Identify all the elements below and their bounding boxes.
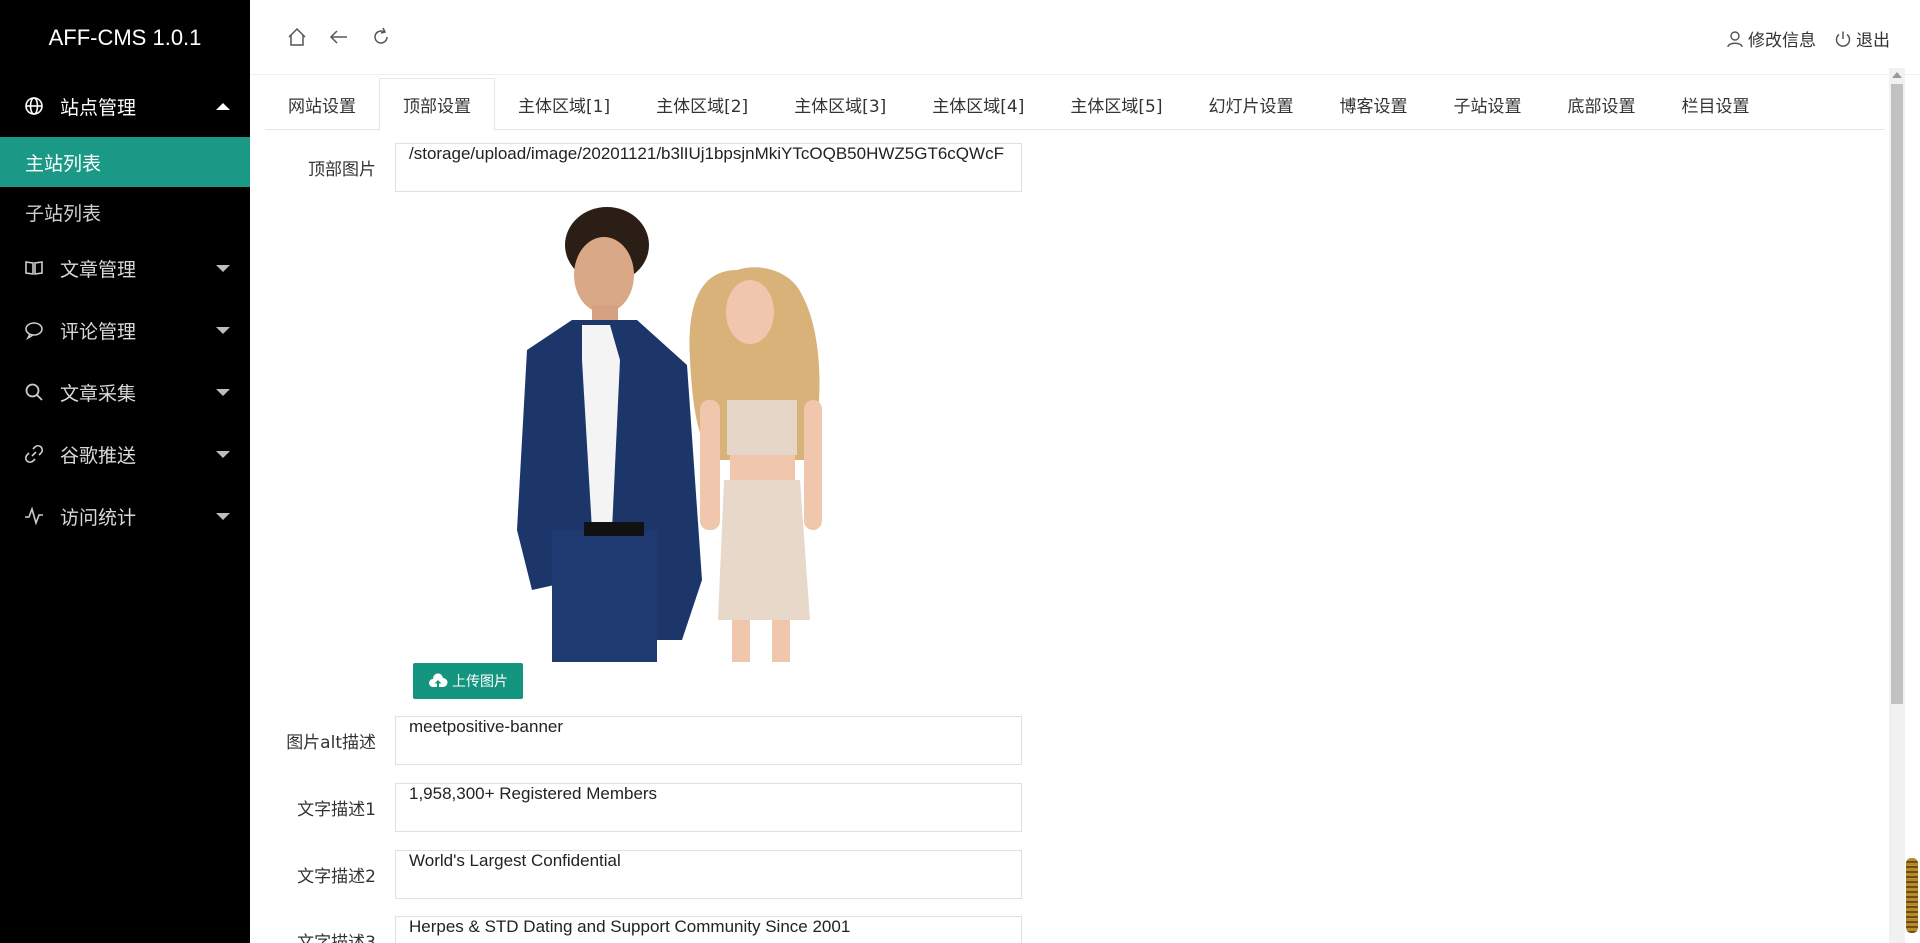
app-root: AFF-CMS 1.0.1 站点管理 主站列表 子站列表 文章管理 评论管理 文… [0, 0, 1920, 943]
refresh-icon[interactable] [370, 26, 392, 48]
tab-column-settings[interactable]: 栏目设置 [1658, 78, 1772, 130]
sidebar-item-visit-statistics[interactable]: 访问统计 [0, 485, 250, 547]
form-row-text3: 文字描述3 Herpes & STD Dating and Support Co… [250, 916, 1022, 943]
settings-tabs: 网站设置 顶部设置 主体区域[1] 主体区域[2] 主体区域[3] 主体区域[4… [265, 78, 1885, 131]
tab-main-area-2[interactable]: 主体区域[2] [633, 78, 771, 130]
top-image-label: 顶部图片 [308, 160, 376, 180]
globe-icon [24, 96, 44, 116]
sidebar-item-article-management[interactable]: 文章管理 [0, 237, 250, 299]
header-user-actions: 修改信息 退出 [1726, 26, 1890, 51]
back-arrow-icon[interactable] [328, 26, 350, 48]
book-icon [24, 258, 44, 278]
tab-blog-settings[interactable]: 博客设置 [1316, 78, 1430, 130]
top-image-path-input[interactable]: /storage/upload/image/20201121/b3lIUj1bp… [395, 143, 1022, 192]
sidebar-item-label: 访问统计 [60, 506, 137, 529]
pulse-icon [24, 506, 44, 526]
tab-main-area-3[interactable]: 主体区域[3] [771, 78, 909, 130]
form-row-text1: 文字描述1 1,958,300+ Registered Members [250, 783, 1022, 832]
top-banner-image [517, 207, 822, 662]
alt-description-input[interactable]: meetpositive-banner [395, 716, 1022, 765]
edit-info-label: 修改信息 [1748, 31, 1816, 51]
form-row-top-image: 顶部图片 /storage/upload/image/20201121/b3lI… [250, 143, 1022, 192]
text-description-3-label: 文字描述3 [297, 933, 376, 943]
user-icon [1727, 30, 1743, 47]
edit-info-link[interactable]: 修改信息 [1726, 26, 1816, 51]
tab-main-area-4[interactable]: 主体区域[4] [909, 78, 1047, 130]
caret-up-icon [216, 102, 230, 110]
sidebar-item-label: 评论管理 [60, 320, 137, 343]
content-scrollbar[interactable] [1889, 68, 1905, 943]
caret-down-icon [216, 326, 230, 334]
sidebar-subitem-sub-site-list[interactable]: 子站列表 [0, 187, 250, 237]
link-icon [24, 444, 44, 464]
text-description-2-input[interactable]: World's Largest Confidential [395, 850, 1022, 899]
sidebar-item-google-push[interactable]: 谷歌推送 [0, 423, 250, 485]
tab-slideshow-settings[interactable]: 幻灯片设置 [1185, 78, 1316, 130]
tab-main-area-5[interactable]: 主体区域[5] [1047, 78, 1185, 130]
scroll-thumb[interactable] [1891, 84, 1903, 704]
sidebar: AFF-CMS 1.0.1 站点管理 主站列表 子站列表 文章管理 评论管理 文… [0, 0, 250, 943]
text-description-3-input[interactable]: Herpes & STD Dating and Support Communit… [395, 916, 1022, 943]
comment-icon [24, 320, 44, 340]
tab-main-area-1[interactable]: 主体区域[1] [495, 78, 633, 130]
text-description-1-input[interactable]: 1,958,300+ Registered Members [395, 783, 1022, 832]
caret-down-icon [216, 450, 230, 458]
upload-image-label: 上传图片 [452, 673, 508, 689]
form-row-alt: 图片alt描述 meetpositive-banner [250, 716, 1022, 765]
tab-website-settings[interactable]: 网站设置 [265, 78, 379, 130]
sidebar-item-label: 谷歌推送 [60, 444, 137, 467]
upload-image-button[interactable]: 上传图片 [413, 663, 523, 699]
sidebar-item-comment-management[interactable]: 评论管理 [0, 299, 250, 361]
page-scroll-grip[interactable] [1906, 858, 1918, 933]
caret-down-icon [216, 388, 230, 396]
text-description-1-label: 文字描述1 [297, 800, 376, 820]
form-row-text2: 文字描述2 World's Largest Confidential [250, 850, 1022, 899]
sidebar-item-label: 站点管理 [60, 96, 137, 119]
caret-down-icon [216, 264, 230, 272]
scroll-up-arrow-icon[interactable] [1892, 72, 1902, 78]
sidebar-item-label: 文章管理 [60, 258, 137, 281]
power-icon [1835, 31, 1851, 47]
top-header: 修改信息 退出 [250, 0, 1920, 75]
sidebar-item-site-management[interactable]: 站点管理 [0, 75, 250, 137]
sidebar-item-article-collection[interactable]: 文章采集 [0, 361, 250, 423]
text-description-2-label: 文字描述2 [297, 867, 376, 887]
alt-description-label: 图片alt描述 [286, 733, 376, 753]
header-nav [286, 26, 392, 48]
sidebar-subitem-main-site-list[interactable]: 主站列表 [0, 137, 250, 187]
search-icon [24, 382, 44, 402]
logout-label: 退出 [1856, 31, 1890, 51]
cloud-upload-icon [429, 673, 448, 687]
sidebar-item-label: 文章采集 [60, 382, 137, 405]
app-logo[interactable]: AFF-CMS 1.0.1 [0, 0, 250, 75]
tab-top-settings[interactable]: 顶部设置 [379, 78, 495, 131]
home-icon[interactable] [286, 26, 308, 48]
caret-down-icon [216, 512, 230, 520]
logout-link[interactable]: 退出 [1834, 26, 1890, 51]
tab-subsite-settings[interactable]: 子站设置 [1430, 78, 1544, 130]
tab-footer-settings[interactable]: 底部设置 [1544, 78, 1658, 130]
